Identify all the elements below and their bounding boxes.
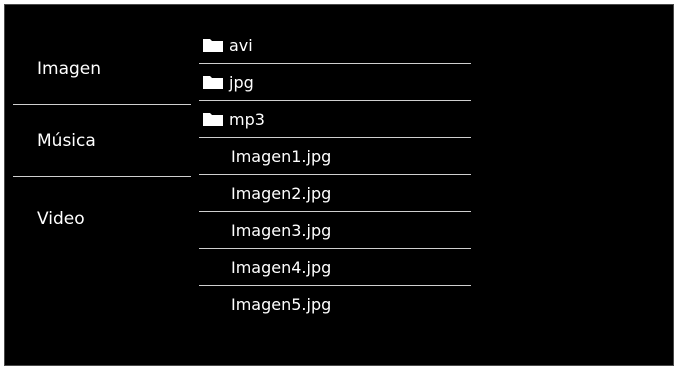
- file-label: Imagen3.jpg: [231, 220, 332, 240]
- folder-item-jpg[interactable]: jpg: [199, 64, 471, 101]
- category-label: Imagen: [37, 58, 102, 79]
- file-label: Imagen1.jpg: [231, 146, 332, 166]
- folder-item-avi[interactable]: avi: [199, 27, 471, 64]
- folder-icon: [203, 113, 223, 126]
- folder-item-mp3[interactable]: mp3: [199, 101, 471, 138]
- file-label: mp3: [229, 109, 265, 129]
- file-label: jpg: [229, 72, 254, 92]
- folder-icon: [203, 76, 223, 89]
- category-item-musica[interactable]: Música: [13, 105, 191, 177]
- file-item-imagen5[interactable]: Imagen5.jpg: [199, 286, 471, 323]
- category-label: Video: [37, 209, 85, 229]
- file-label: Imagen2.jpg: [231, 183, 332, 203]
- file-label: avi: [229, 35, 253, 55]
- file-item-imagen2[interactable]: Imagen2.jpg: [199, 175, 471, 212]
- file-item-imagen1[interactable]: Imagen1.jpg: [199, 138, 471, 175]
- file-item-imagen4[interactable]: Imagen4.jpg: [199, 249, 471, 286]
- category-item-video[interactable]: Video: [13, 183, 191, 255]
- folder-icon: [203, 39, 223, 52]
- file-label: Imagen4.jpg: [231, 257, 332, 277]
- file-item-imagen3[interactable]: Imagen3.jpg: [199, 212, 471, 249]
- file-label: Imagen5.jpg: [231, 295, 332, 314]
- category-item-imagen[interactable]: Imagen: [13, 33, 191, 105]
- media-browser-screen: Imagen Música Video avi jpg mp3 Imagen1.…: [4, 4, 674, 366]
- category-label: Música: [37, 130, 96, 151]
